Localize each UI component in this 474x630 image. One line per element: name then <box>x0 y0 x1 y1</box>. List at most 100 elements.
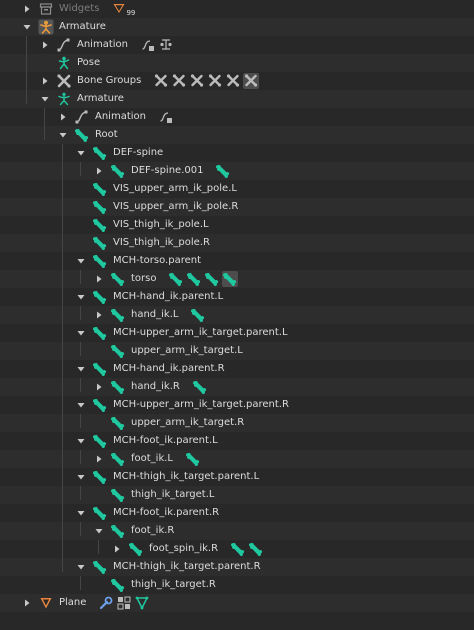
row-label[interactable]: VIS_upper_arm_ik_pole.R <box>113 198 238 216</box>
row-label[interactable]: Pose <box>77 54 100 72</box>
row-label[interactable]: DEF-spine.001 <box>131 162 203 180</box>
group-bone-icon[interactable] <box>207 73 223 89</box>
expand-arrow-icon[interactable] <box>94 454 104 464</box>
row-label[interactable]: thigh_ik_target.L <box>131 486 214 504</box>
expand-arrow-icon[interactable] <box>22 4 32 14</box>
collapse-arrow-icon[interactable] <box>22 22 32 32</box>
row-label[interactable]: hand_ik.L <box>131 306 178 324</box>
outliner-row[interactable]: DEF-spine.001 <box>0 162 474 180</box>
row-label[interactable]: foot_ik.L <box>131 450 173 468</box>
collapse-arrow-icon[interactable] <box>76 562 86 572</box>
expand-arrow-icon[interactable] <box>94 310 104 320</box>
collapse-arrow-icon[interactable] <box>76 400 86 410</box>
row-label[interactable]: Animation <box>77 36 128 54</box>
action-icon[interactable] <box>158 109 174 125</box>
row-label[interactable]: MCH-thigh_ik_target.parent.R <box>113 558 261 576</box>
row-label[interactable]: Armature <box>77 90 124 108</box>
wrench-icon[interactable] <box>98 595 114 611</box>
outliner-row[interactable]: hand_ik.L <box>0 306 474 324</box>
expand-arrow-icon[interactable] <box>94 382 104 392</box>
outliner-row[interactable]: thigh_ik_target.L <box>0 486 474 504</box>
outliner-row[interactable]: MCH-foot_ik.parent.L <box>0 432 474 450</box>
outliner-row[interactable]: MCH-hand_ik.parent.L <box>0 288 474 306</box>
outliner-row[interactable]: foot_spin_ik.R <box>0 540 474 558</box>
row-label[interactable]: foot_ik.R <box>131 522 174 540</box>
outliner-row[interactable]: VIS_upper_arm_ik_pole.L <box>0 180 474 198</box>
expand-arrow-icon[interactable] <box>112 544 122 554</box>
row-label[interactable]: thigh_ik_target.R <box>131 576 216 594</box>
outliner-row[interactable]: upper_arm_ik_target.R <box>0 414 474 432</box>
outliner-row[interactable]: upper_arm_ik_target.L <box>0 342 474 360</box>
outliner-row[interactable]: DEF-spine <box>0 144 474 162</box>
bone-icon[interactable] <box>185 451 201 467</box>
expand-arrow-icon[interactable] <box>94 274 104 284</box>
collapse-arrow-icon[interactable] <box>76 472 86 482</box>
group-bone-icon[interactable] <box>225 73 241 89</box>
group-bone-icon[interactable] <box>171 73 187 89</box>
expand-arrow-icon[interactable] <box>22 598 32 608</box>
expand-arrow-icon[interactable] <box>94 166 104 176</box>
expand-arrow-icon[interactable] <box>58 112 68 122</box>
row-label[interactable]: DEF-spine <box>113 144 163 162</box>
expand-arrow-icon[interactable] <box>40 40 50 50</box>
row-label[interactable]: MCH-upper_arm_ik_target.parent.L <box>113 324 288 342</box>
row-label[interactable]: Bone Groups <box>77 72 141 90</box>
group-bone-icon[interactable] <box>243 73 260 89</box>
bone-icon[interactable] <box>230 541 246 557</box>
checker-icon[interactable] <box>116 595 132 611</box>
outliner-row[interactable]: MCH-thigh_ik_target.parent.L <box>0 468 474 486</box>
row-label[interactable]: hand_ik.R <box>131 378 180 396</box>
row-label[interactable]: VIS_thigh_ik_pole.L <box>113 216 209 234</box>
row-label[interactable]: Plane <box>59 594 86 612</box>
row-label[interactable]: Widgets <box>59 0 99 18</box>
outliner-row[interactable]: Animation <box>0 36 474 54</box>
outliner-row[interactable]: MCH-torso.parent <box>0 252 474 270</box>
funnel-icon[interactable] <box>111 1 127 17</box>
row-label[interactable]: MCH-hand_ik.parent.R <box>113 360 225 378</box>
row-label[interactable]: foot_spin_ik.R <box>149 540 218 558</box>
row-label[interactable]: MCH-hand_ik.parent.L <box>113 288 223 306</box>
outliner-row[interactable]: MCH-upper_arm_ik_target.parent.R <box>0 396 474 414</box>
collapse-arrow-icon[interactable] <box>94 526 104 536</box>
outliner-row[interactable]: VIS_thigh_ik_pole.R <box>0 234 474 252</box>
collapse-arrow-icon[interactable] <box>76 328 86 338</box>
group-bone-icon[interactable] <box>189 73 205 89</box>
bone-icon[interactable] <box>215 163 231 179</box>
bone-icon[interactable] <box>186 271 202 287</box>
row-label[interactable]: torso <box>131 270 156 288</box>
row-label[interactable]: upper_arm_ik_target.L <box>131 342 243 360</box>
row-label[interactable]: MCH-foot_ik.parent.R <box>113 504 219 522</box>
outliner-row[interactable]: MCH-hand_ik.parent.R <box>0 360 474 378</box>
collapse-arrow-icon[interactable] <box>76 436 86 446</box>
outliner-row[interactable]: hand_ik.R <box>0 378 474 396</box>
row-label[interactable]: VIS_thigh_ik_pole.R <box>113 234 210 252</box>
collapse-arrow-icon[interactable] <box>76 256 86 266</box>
outliner-row[interactable]: foot_ik.R <box>0 522 474 540</box>
row-label[interactable]: Root <box>95 126 118 144</box>
outliner-row[interactable]: MCH-thigh_ik_target.parent.R <box>0 558 474 576</box>
bone-icon[interactable] <box>190 307 206 323</box>
collapse-arrow-icon[interactable] <box>58 130 68 140</box>
expand-arrow-icon[interactable] <box>40 76 50 86</box>
row-label[interactable]: Armature <box>59 18 106 36</box>
outliner-row[interactable]: torso <box>0 270 474 288</box>
row-label[interactable]: MCH-thigh_ik_target.parent.L <box>113 468 259 486</box>
collapse-arrow-icon[interactable] <box>40 94 50 104</box>
driver-icon[interactable] <box>158 37 174 53</box>
outliner-row[interactable]: VIS_upper_arm_ik_pole.R <box>0 198 474 216</box>
outliner-row[interactable]: thigh_ik_target.R <box>0 576 474 594</box>
row-label[interactable]: MCH-upper_arm_ik_target.parent.R <box>113 396 289 414</box>
bone-icon[interactable] <box>248 541 264 557</box>
row-label[interactable]: VIS_upper_arm_ik_pole.L <box>113 180 237 198</box>
collapse-arrow-icon[interactable] <box>76 148 86 158</box>
action-icon[interactable] <box>140 37 156 53</box>
outliner-row[interactable]: Animation <box>0 108 474 126</box>
row-label[interactable]: MCH-foot_ik.parent.L <box>113 432 218 450</box>
bone-icon[interactable] <box>204 271 220 287</box>
outliner-row[interactable]: foot_ik.L <box>0 450 474 468</box>
row-label[interactable]: MCH-torso.parent <box>113 252 201 270</box>
bone-icon[interactable] <box>168 271 184 287</box>
collapse-arrow-icon[interactable] <box>76 292 86 302</box>
outliner-row[interactable]: Armature <box>0 90 474 108</box>
group-bone-icon[interactable] <box>153 73 169 89</box>
